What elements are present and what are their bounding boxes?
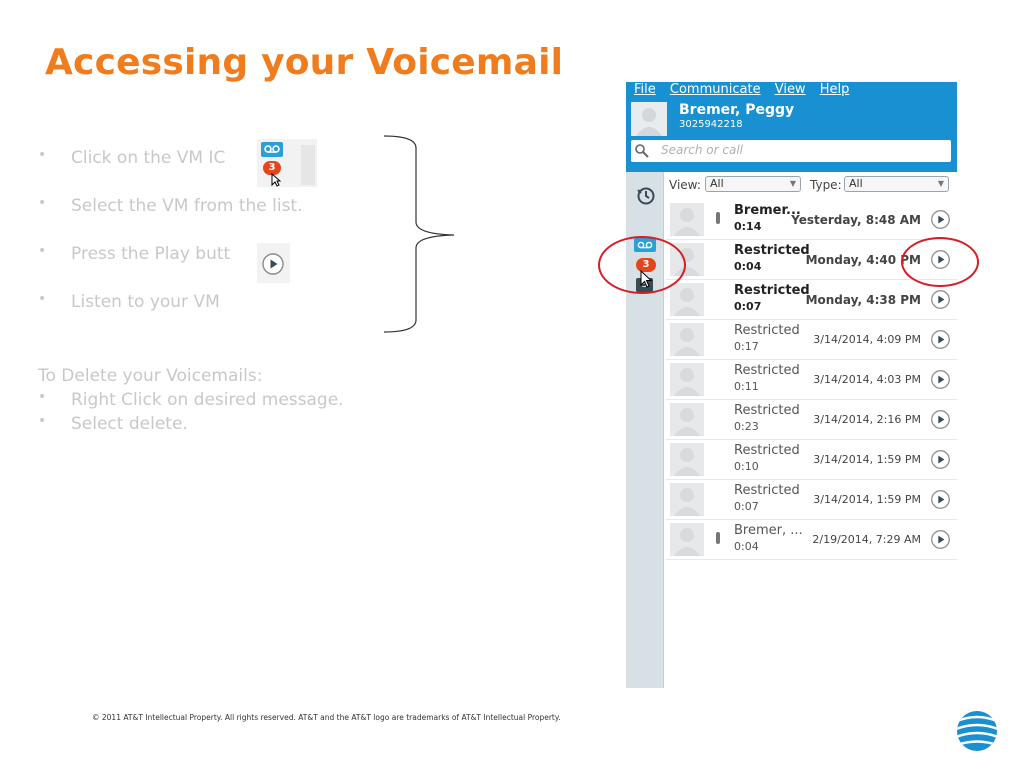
type-label: Type: [810,178,842,192]
step-item: • Listen to your VM [38,291,220,312]
vm-timestamp: 3/14/2014, 4:09 PM [813,333,921,346]
voicemail-row[interactable]: Bremer... 0:14 Yesterday, 8:48 AM [666,200,957,240]
caller-name: Restricted [734,243,810,258]
search-input[interactable]: Search or call [631,140,951,162]
step-text: Click on the VM IC [71,148,226,168]
avatar [670,403,704,436]
communicator-window: File Communicate View Help Bremer, Peggy… [626,82,957,688]
play-icon[interactable] [930,529,951,550]
voicemail-row[interactable]: Restricted 0:07 Monday, 4:38 PM [666,280,957,320]
avatar [670,203,704,236]
vm-icon-snippet: 3 [257,139,317,187]
play-icon [262,253,284,275]
chevron-down-icon: ▼ [789,179,796,188]
vm-duration: 0:04 [734,540,759,553]
caller-name: Restricted [734,403,800,418]
user-number: 3025942218 [679,119,743,130]
att-globe-logo [957,711,997,751]
voicemail-row[interactable]: Restricted 0:17 3/14/2014, 4:09 PM [666,320,957,360]
vm-duration: 0:11 [734,380,759,393]
annotation-circle [598,236,686,294]
voicemail-row[interactable]: Restricted 0:07 3/14/2014, 1:59 PM [666,480,957,520]
cursor-icon [271,173,281,187]
avatar[interactable] [631,102,667,136]
step-item: • Press the Play butt [38,243,231,264]
caller-name: Bremer, ... [734,523,803,538]
vm-duration: 0:04 [734,260,762,273]
search-icon [635,144,649,158]
search-placeholder: Search or call [661,143,744,157]
snippet-shade [301,145,315,185]
step-text: Press the Play butt [71,244,231,264]
caller-name: Restricted [734,283,810,298]
caller-name: Restricted [734,363,800,378]
menu-bar: File Communicate View Help [634,82,859,98]
vm-duration: 0:10 [734,460,759,473]
voicemail-icon [261,142,283,157]
chevron-down-icon: ▼ [937,179,944,188]
status-marker [716,212,720,224]
caller-name: Restricted [734,443,800,458]
play-icon[interactable] [930,489,951,510]
voicemail-row[interactable]: Restricted 0:11 3/14/2014, 4:03 PM [666,360,957,400]
voicemail-row[interactable]: Bremer, ... 0:04 2/19/2014, 7:29 AM [666,520,957,560]
menu-communicate[interactable]: Communicate [670,82,761,97]
play-icon[interactable] [930,369,951,390]
menu-help[interactable]: Help [820,82,850,97]
play-icon[interactable] [930,209,951,230]
slide-title: Accessing your Voicemail [45,42,564,83]
step-text: Select the VM from the list. [71,196,303,216]
app-header: File Communicate View Help Bremer, Peggy… [626,82,957,172]
vm-duration: 0:17 [734,340,759,353]
vm-timestamp: 3/14/2014, 1:59 PM [813,453,921,466]
voicemail-row[interactable]: Restricted 0:10 3/14/2014, 1:59 PM [666,440,957,480]
history-icon[interactable] [636,186,656,206]
type-select[interactable]: All ▼ [844,176,949,192]
user-name: Bremer, Peggy [679,102,795,118]
delete-step-text: Right Click on desired message. [71,390,344,410]
vm-timestamp: Monday, 4:38 PM [805,293,921,307]
vm-duration: 0:07 [734,300,762,313]
vm-timestamp: 3/14/2014, 1:59 PM [813,493,921,506]
vm-duration: 0:23 [734,420,759,433]
curly-brace [383,135,455,333]
annotation-circle [901,237,979,287]
avatar [670,283,704,316]
menu-file[interactable]: File [634,82,656,97]
vm-timestamp: 3/14/2014, 4:03 PM [813,373,921,386]
delete-step-text: Select delete. [71,414,188,434]
step-item: • Select the VM from the list. [38,195,303,216]
footer-copyright: © 2011 AT&T Intellectual Property. All r… [92,713,561,722]
vm-timestamp: Yesterday, 8:48 AM [791,213,921,227]
view-select[interactable]: All ▼ [705,176,801,192]
play-icon[interactable] [930,329,951,350]
voicemail-row[interactable]: Restricted 0:23 3/14/2014, 2:16 PM [666,400,957,440]
play-button-snippet [257,243,290,283]
vm-duration: 0:14 [734,220,762,233]
vm-timestamp: 2/19/2014, 7:29 AM [812,533,921,546]
play-icon[interactable] [930,289,951,310]
caller-name: Restricted [734,483,800,498]
play-icon[interactable] [930,449,951,470]
play-icon[interactable] [930,409,951,430]
avatar [670,483,704,516]
step-text: Listen to your VM [71,292,220,312]
delete-heading: To Delete your Voicemails: [38,366,263,386]
view-label: View: [669,178,701,192]
avatar [670,443,704,476]
caller-name: Restricted [734,323,800,338]
menu-view[interactable]: View [775,82,806,97]
status-marker [716,532,720,544]
vm-duration: 0:07 [734,500,759,513]
vm-timestamp: 3/14/2014, 2:16 PM [813,413,921,426]
avatar [670,323,704,356]
avatar [670,363,704,396]
avatar [670,523,704,556]
